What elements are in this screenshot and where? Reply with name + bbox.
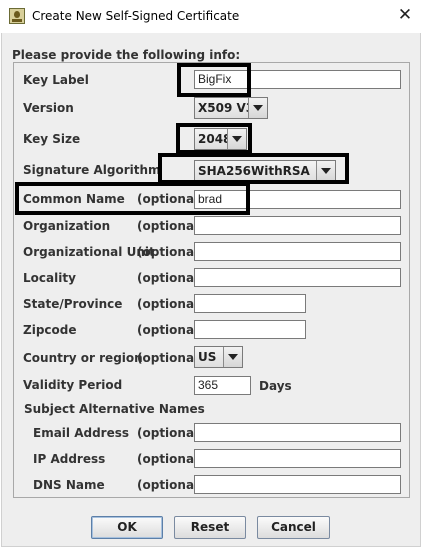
email-address-input[interactable]	[194, 423, 401, 442]
country-select[interactable]: US	[194, 346, 243, 368]
state-province-label: State/Province	[23, 297, 123, 311]
chevron-down-icon[interactable]	[316, 161, 335, 181]
chevron-down-icon[interactable]	[227, 129, 246, 149]
key-label-input[interactable]: BigFix	[194, 70, 401, 89]
ip-address-input[interactable]	[194, 449, 401, 468]
certificate-app-icon	[9, 8, 25, 24]
form-heading: Please provide the following info:	[12, 48, 241, 62]
key-size-select[interactable]: 2048	[194, 128, 247, 150]
zipcode-input[interactable]	[194, 320, 306, 339]
chevron-down-icon[interactable]	[248, 98, 267, 118]
title-bar: Create New Self-Signed Certificate ✕	[0, 0, 422, 33]
state-province-input[interactable]	[194, 294, 306, 313]
reset-button[interactable]: Reset	[174, 516, 246, 539]
ip-address-label: IP Address	[33, 452, 106, 466]
locality-label: Locality	[23, 271, 76, 285]
ok-button[interactable]: OK	[91, 516, 163, 539]
version-select[interactable]: X509 V3	[194, 97, 268, 119]
signature-algorithm-label: Signature Algorithm	[23, 163, 161, 177]
country-value: US	[198, 350, 217, 364]
version-value: X509 V3	[198, 101, 255, 115]
organizational-unit-label: Organizational Unit	[23, 245, 155, 259]
key-label-label: Key Label	[23, 73, 89, 87]
key-size-label: Key Size	[23, 132, 81, 146]
email-address-label: Email Address	[33, 426, 130, 440]
dns-name-label: DNS Name	[33, 478, 105, 492]
organizational-unit-input[interactable]	[194, 242, 401, 261]
san-heading: Subject Alternative Names	[24, 402, 205, 416]
country-label: Country or region	[23, 351, 143, 365]
close-icon[interactable]: ✕	[394, 4, 416, 26]
signature-algorithm-select[interactable]: SHA256WithRSA	[194, 160, 336, 182]
dns-name-input[interactable]	[194, 475, 401, 494]
cancel-button[interactable]: Cancel	[257, 516, 330, 539]
zipcode-label: Zipcode	[23, 323, 77, 337]
validity-period-label: Validity Period	[23, 378, 123, 392]
locality-input[interactable]	[194, 268, 401, 287]
validity-unit-label: Days	[259, 379, 292, 393]
window-title: Create New Self-Signed Certificate	[32, 9, 240, 23]
organization-label: Organization	[23, 219, 111, 233]
validity-period-input[interactable]: 365	[194, 376, 251, 395]
version-label: Version	[23, 101, 74, 115]
signature-algorithm-value: SHA256WithRSA	[198, 164, 310, 178]
common-name-input[interactable]: brad	[194, 190, 401, 209]
organization-input[interactable]	[194, 216, 401, 235]
common-name-label: Common Name	[23, 192, 125, 206]
chevron-down-icon[interactable]	[223, 347, 242, 367]
